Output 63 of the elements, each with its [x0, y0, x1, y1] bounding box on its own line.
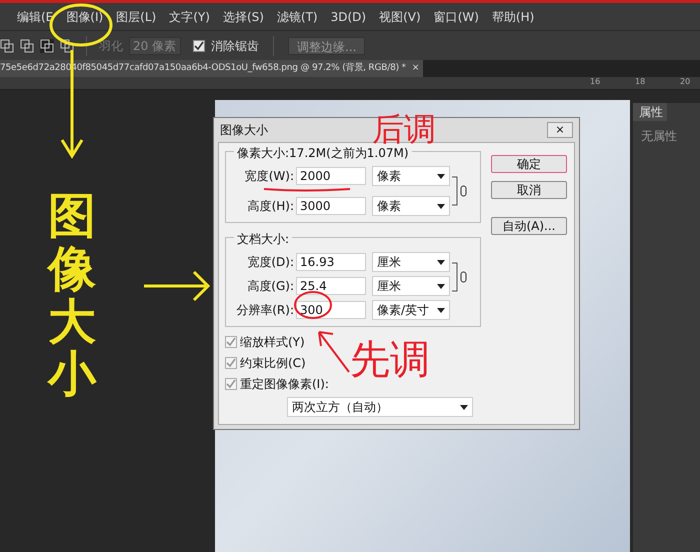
menu-item[interactable]: 3D(D)	[330, 8, 366, 26]
dropdown-caret-icon	[460, 404, 468, 410]
handwritten-note: 先调	[350, 340, 430, 380]
unit-dropdown[interactable]: 像素	[372, 166, 450, 186]
menu-item[interactable]: 选择(S)	[222, 8, 264, 26]
properties-empty-text: 无属性	[640, 128, 678, 145]
dropdown-caret-icon	[437, 308, 445, 312]
checkbox-label: 重定图像像素(I):	[240, 376, 329, 393]
link-bracket-icon	[452, 176, 468, 206]
value-field[interactable]: 3000	[296, 197, 366, 215]
ruler-label: 20	[680, 77, 690, 87]
group-title: 像素大小:17.2M(之前为1.07M)	[234, 144, 412, 162]
up-arrow-annotation	[315, 328, 351, 374]
handwritten-note: 图像大小	[48, 190, 96, 402]
ruler-label: 16	[590, 77, 600, 87]
checkbox[interactable]	[193, 40, 205, 52]
menu-item[interactable]: 视图(V)	[379, 8, 421, 26]
menu-item[interactable]: 滤镜(T)	[276, 8, 318, 26]
checkbox[interactable]	[225, 378, 237, 390]
selection-mode-icon[interactable]	[60, 38, 74, 52]
value-field[interactable]: 16.93	[296, 253, 366, 271]
checkbox[interactable]	[225, 336, 237, 348]
selection-mode-icon[interactable]	[40, 38, 54, 52]
link-bracket-icon	[452, 262, 468, 292]
field-label: 宽度(W):	[244, 168, 295, 185]
menu-item[interactable]: 图层(L)	[116, 8, 156, 26]
dropdown-caret-icon	[437, 204, 445, 208]
antialias-label: 消除锯齿	[211, 38, 259, 54]
dropdown-caret-icon	[437, 174, 445, 178]
unit-dropdown[interactable]: 像素/英寸	[372, 300, 450, 320]
properties-tab[interactable]: 属性	[633, 103, 667, 121]
menu-item[interactable]: 文字(Y)	[169, 8, 210, 26]
unit-dropdown[interactable]: 像素	[372, 196, 450, 216]
field-label: 高度(H):	[246, 198, 295, 215]
field-label: 高度(G):	[246, 278, 295, 295]
dialog-title: 图像大小	[220, 122, 268, 139]
dropdown-caret-icon	[437, 284, 445, 288]
field-label: 分辨率(R):	[235, 302, 295, 319]
checkbox-label: 约束比例(C)	[240, 355, 306, 372]
close-button[interactable]: ×	[547, 122, 573, 138]
menu-item[interactable]: 帮助(H)	[492, 8, 534, 26]
selection-mode-icon[interactable]	[20, 38, 34, 52]
right-arrow-annotation	[142, 268, 212, 304]
unit-dropdown[interactable]: 厘米	[372, 252, 450, 272]
dialog-button[interactable]: 确定	[491, 155, 567, 173]
value-field[interactable]: 2000	[296, 167, 366, 185]
checkbox-label: 缩放样式(Y)	[240, 334, 305, 351]
value-field[interactable]: 25.4	[296, 277, 366, 295]
field-label: 宽度(D):	[246, 254, 295, 271]
handwritten-note: 后调	[372, 113, 436, 145]
unit-dropdown[interactable]: 厘米	[372, 276, 450, 296]
dialog-button[interactable]: 自动(A)...	[491, 217, 567, 235]
menu-item[interactable]: 窗口(W)	[434, 8, 479, 26]
checkbox[interactable]	[225, 357, 237, 369]
ruler-label: 18	[635, 77, 646, 87]
resample-dropdown[interactable]: 两次立方（自动）	[287, 397, 473, 417]
selection-mode-icon[interactable]	[0, 38, 14, 52]
group-title: 文档大小:	[234, 230, 292, 248]
value-field[interactable]: 300	[296, 301, 366, 319]
dropdown-caret-icon	[437, 260, 445, 264]
dialog-button[interactable]: 取消	[491, 181, 567, 199]
value-circle-annotation	[294, 291, 332, 319]
tab-close-button[interactable]: ×	[412, 62, 420, 76]
